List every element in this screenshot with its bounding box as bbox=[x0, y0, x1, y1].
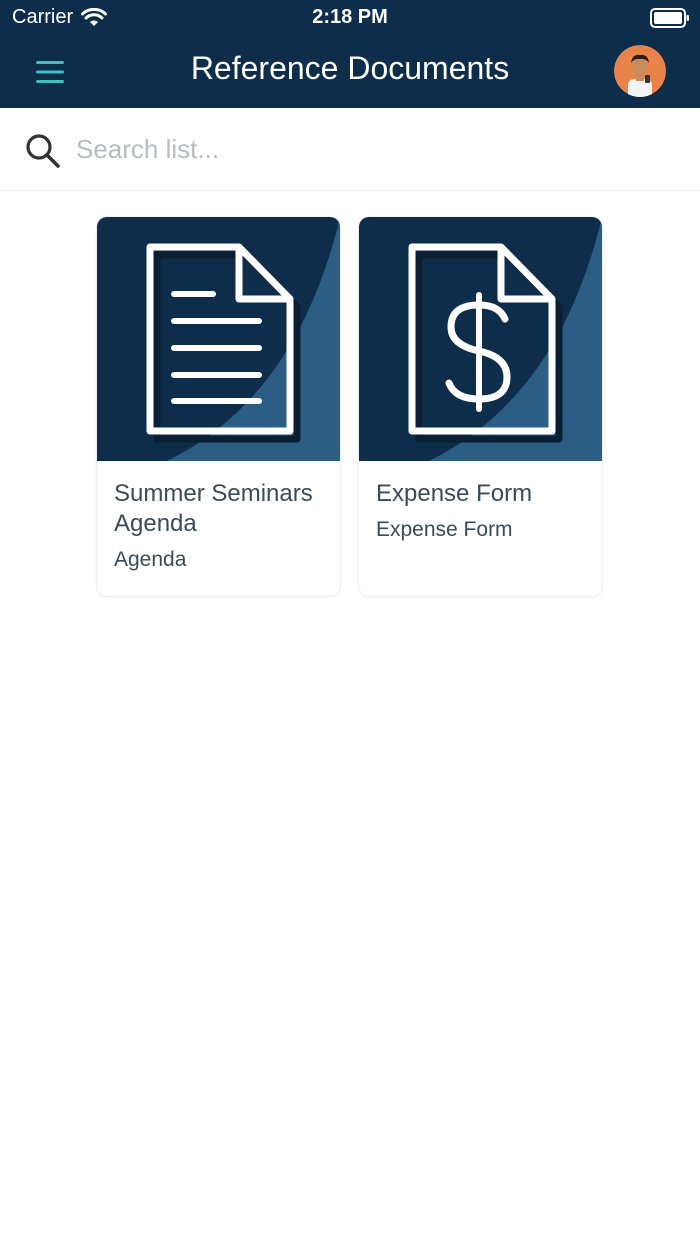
avatar-image bbox=[614, 45, 666, 97]
card-subtitle: Agenda bbox=[114, 548, 187, 571]
search-icon bbox=[26, 134, 60, 168]
navigation-bar: Reference Documents bbox=[0, 36, 700, 108]
search-bar bbox=[0, 108, 700, 191]
top-bar: Carrier 2:18 PM Reference Documents bbox=[0, 0, 700, 108]
document-card-expense-form[interactable]: Expense Form Expense Form bbox=[359, 217, 602, 596]
document-card-summer-seminars[interactable]: Summer Seminars Agenda Agenda bbox=[97, 217, 340, 596]
document-lines-icon bbox=[97, 217, 340, 461]
search-input[interactable] bbox=[76, 126, 666, 172]
hamburger-menu-icon bbox=[36, 61, 64, 83]
card-title: Summer Seminars Agenda bbox=[114, 480, 313, 537]
dollar-document-icon bbox=[359, 217, 602, 461]
card-title: Expense Form bbox=[376, 480, 533, 507]
status-time: 2:18 PM bbox=[312, 6, 388, 28]
status-bar: Carrier 2:18 PM bbox=[0, 0, 700, 36]
page-title: Reference Documents bbox=[190, 50, 510, 86]
battery-icon bbox=[650, 8, 689, 28]
menu-button[interactable] bbox=[30, 54, 70, 90]
user-avatar[interactable] bbox=[614, 45, 666, 97]
card-subtitle: Expense Form bbox=[376, 518, 513, 541]
